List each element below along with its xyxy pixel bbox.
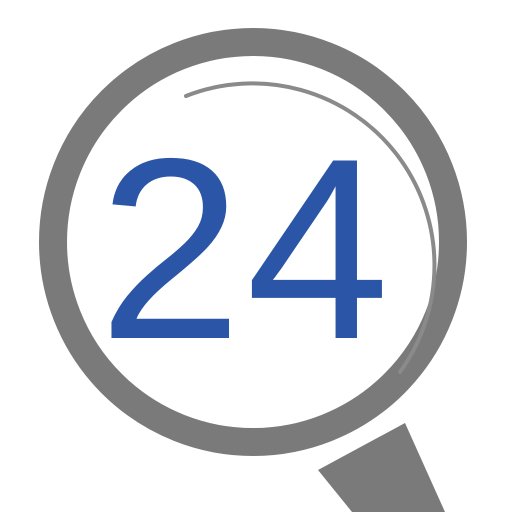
logo-canvas: 24 [0, 0, 512, 512]
logo-number: 24 [99, 104, 394, 393]
magnifying-glass-icon: 24 [39, 28, 467, 512]
